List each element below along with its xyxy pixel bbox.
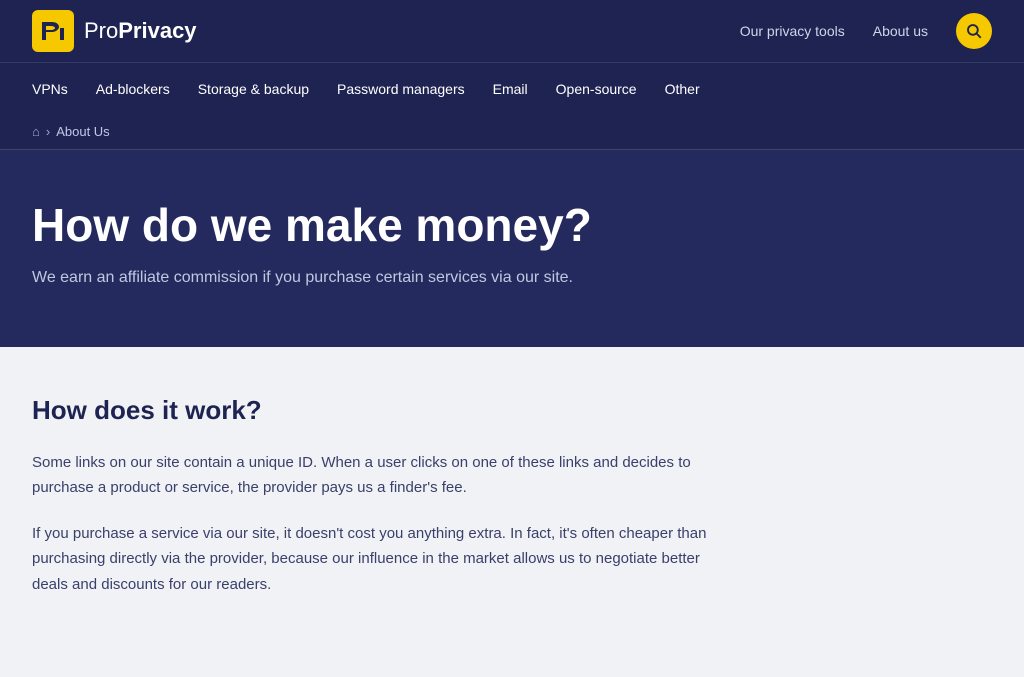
nav-password-managers[interactable]: Password managers: [323, 63, 479, 115]
hero-subtext: We earn an affiliate commission if you p…: [32, 269, 592, 287]
breadcrumb-about-us: About Us: [56, 124, 109, 139]
content-area: How does it work? Some links on our site…: [0, 347, 900, 677]
nav-other[interactable]: Other: [651, 63, 714, 115]
logo-text: ProPrivacy: [84, 18, 197, 44]
search-icon: [965, 22, 983, 40]
hero-heading: How do we make money?: [32, 200, 992, 251]
logo[interactable]: ProPrivacy: [32, 10, 197, 52]
logo-icon: [32, 10, 74, 52]
content-paragraph-2: If you purchase a service via our site, …: [32, 521, 712, 598]
breadcrumb: ⌂ › About Us: [0, 114, 1024, 150]
section-heading: How does it work?: [32, 395, 868, 426]
content-paragraph-1: Some links on our site contain a unique …: [32, 450, 712, 501]
privacy-tools-link[interactable]: Our privacy tools: [740, 23, 845, 39]
nav-vpns[interactable]: VPNs: [32, 63, 82, 115]
about-us-top-link[interactable]: About us: [873, 23, 928, 39]
nav-open-source[interactable]: Open-source: [542, 63, 651, 115]
nav-bar: VPNs Ad-blockers Storage & backup Passwo…: [0, 62, 1024, 114]
search-button[interactable]: [956, 13, 992, 49]
nav-email[interactable]: Email: [479, 63, 542, 115]
nav-storage-backup[interactable]: Storage & backup: [184, 63, 323, 115]
top-nav: Our privacy tools About us: [740, 13, 992, 49]
breadcrumb-separator: ›: [46, 124, 50, 139]
nav-ad-blockers[interactable]: Ad-blockers: [82, 63, 184, 115]
breadcrumb-home-icon[interactable]: ⌂: [32, 124, 40, 139]
hero-section: How do we make money? We earn an affilia…: [0, 150, 1024, 347]
top-bar: ProPrivacy Our privacy tools About us: [0, 0, 1024, 62]
